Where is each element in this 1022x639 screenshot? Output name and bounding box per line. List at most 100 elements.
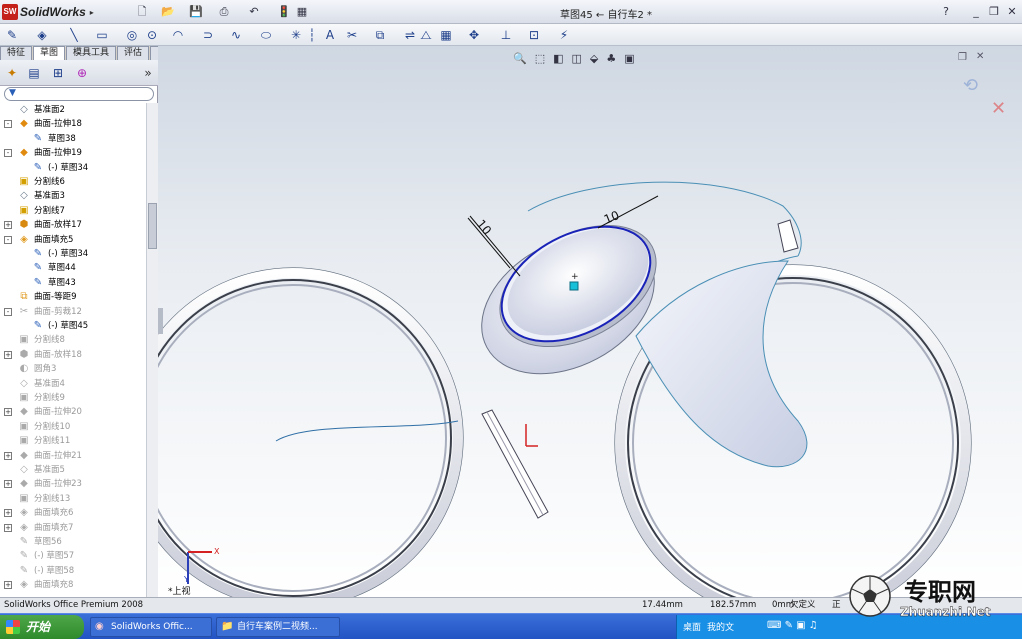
collapse-panel-icon[interactable]: » [140,65,156,81]
tree-item[interactable]: ✎ (-) 草图57 [0,549,146,563]
tree-item[interactable]: ✎ (-) 草图34 [0,161,146,175]
menu-arrow-icon[interactable]: ▸ [90,8,94,17]
tree-item[interactable]: + ⬢ 曲面-放样17 [0,218,146,232]
expand-toggle-icon[interactable]: - [4,307,12,316]
restore-button[interactable]: ❐ [986,4,1002,20]
circle-icon[interactable]: ◎ [124,27,140,43]
tree-item[interactable]: ✎ 草图56 [0,535,146,549]
tree-item[interactable]: + ◆ 曲面-拉伸21 [0,449,146,463]
rapid-sketch-icon[interactable]: ⚡ [556,27,572,43]
tab-2[interactable]: 模具工具 [66,46,117,60]
undo-icon[interactable]: ↶ [246,4,262,20]
convert-entities-icon[interactable]: ⇌ [402,27,418,43]
tree-item[interactable]: ◇ 基准面2 [0,103,146,117]
scroll-thumb[interactable] [148,203,157,249]
expand-toggle-icon[interactable]: + [4,509,12,518]
slot-icon[interactable]: ⊃ [200,27,216,43]
seat-post[interactable] [481,409,549,519]
task-folder[interactable]: 📁 自行车案例二视频... [216,617,340,637]
expand-toggle-icon[interactable]: + [4,523,12,532]
dimxpert-manager-tab-icon[interactable]: ⊕ [74,65,90,81]
front-fender-surface[interactable] [635,260,808,468]
line-icon[interactable]: ╲ [66,27,82,43]
tab-1[interactable]: 草图 [33,46,66,60]
expand-toggle-icon[interactable]: + [4,408,12,417]
rebuild-icon[interactable]: 🚦 [276,4,292,20]
tree-item[interactable]: ▣ 分割线8 [0,333,146,347]
new-document-icon[interactable]: 🗋 [134,4,150,20]
expand-toggle-icon[interactable]: - [4,149,12,158]
tray-icons[interactable]: ⌨ ✎ ▣ ♫ [767,620,818,631]
configuration-manager-tab-icon[interactable]: ⊞ [50,65,66,81]
tree-item[interactable]: - ◆ 曲面-拉伸18 [0,117,146,131]
options-icon[interactable]: ▦ [294,4,310,20]
centerpoint-circle-icon[interactable]: ⊙ [144,27,160,43]
expand-toggle-icon[interactable]: - [4,120,12,129]
smart-dimension-icon[interactable]: ◈ [34,27,50,43]
expand-toggle-icon[interactable]: + [4,480,12,489]
feature-manager-tab-icon[interactable]: ✦ [4,65,20,81]
minimize-button[interactable]: _ [968,4,984,20]
tree-item[interactable]: ✎ 草图43 [0,276,146,290]
start-button[interactable]: 开始 [0,615,84,639]
expand-toggle-icon[interactable]: + [4,451,12,460]
tree-item[interactable]: ◇ 基准面3 [0,189,146,203]
dimension-10-left[interactable]: 10 [467,215,521,277]
print-icon[interactable]: ⎙ [216,4,232,20]
tree-item[interactable]: + ◈ 曲面填充7 [0,521,146,535]
tab-3[interactable]: 评估 [117,46,150,60]
expand-toggle-icon[interactable]: + [4,221,12,230]
desktop-toolbar[interactable]: 桌面 [683,620,701,633]
expand-toggle-icon[interactable]: + [4,350,12,359]
tree-item[interactable]: ⧉ 曲面-等距9 [0,290,146,304]
exit-sketch-confirm-icon[interactable]: ⟲ [963,75,978,96]
point-icon[interactable]: ✳ [288,27,304,43]
centerline-icon[interactable]: ┆ [304,27,320,43]
rectangle-icon[interactable]: ▭ [94,27,110,43]
tree-filter-input[interactable]: ▼ [4,87,154,101]
dimension-left-value[interactable]: 10 [474,217,495,238]
graphics-viewport[interactable]: 🔍 ⬚ ◧ ◫ ⬙ ♣ ▣ ❐ ✕ 10 10 + X Y *上视 ⟲ ✕ [158,46,1022,597]
offset-entities-icon[interactable]: ⧉ [372,27,388,43]
help-button[interactable]: ? [938,4,954,20]
property-manager-tab-icon[interactable]: ▤ [26,65,42,81]
tree-item[interactable]: ◐ 圆角3 [0,362,146,376]
repair-sketch-icon[interactable]: ⊡ [526,27,542,43]
linear-pattern-icon[interactable]: ▦ [438,27,454,43]
cancel-sketch-icon[interactable]: ✕ [991,98,1006,119]
tree-item[interactable]: ▣ 分割线11 [0,434,146,448]
tree-item[interactable]: ▣ 分割线6 [0,175,146,189]
tree-item[interactable]: ◇ 基准面5 [0,463,146,477]
display-relations-icon[interactable]: ⊥ [498,27,514,43]
open-folder-icon[interactable]: 📂 [160,4,176,20]
panel-splitter[interactable] [158,308,163,334]
tree-item[interactable]: - ◆ 曲面-拉伸19 [0,146,146,160]
text-icon[interactable]: A [322,27,338,43]
tree-item[interactable]: ✎ (-) 草图45 [0,319,146,333]
tree-scrollbar[interactable] [146,103,158,597]
my-docs-toolbar[interactable]: 我的文 [707,620,734,633]
tree-item[interactable]: ▣ 分割线7 [0,204,146,218]
ellipse-icon[interactable]: ⬭ [258,27,274,43]
mirror-icon[interactable]: ⧍ [418,27,434,43]
tree-item[interactable]: + ◈ 曲面填充6 [0,506,146,520]
tree-item[interactable]: ✎ 草图38 [0,132,146,146]
tree-item[interactable]: ▣ 分割线9 [0,391,146,405]
tree-item[interactable]: ✎ (-) 草图34 [0,247,146,261]
exit-sketch-icon[interactable]: ✎ [4,27,20,43]
tree-item[interactable]: ✎ 草图44 [0,261,146,275]
tree-item[interactable]: + ◆ 曲面-拉伸20 [0,405,146,419]
tree-item[interactable]: ◇ 基准面4 [0,377,146,391]
save-icon[interactable]: 💾 [188,4,204,20]
close-button[interactable]: ✕ [1004,4,1020,20]
arc-icon[interactable]: ◠ [170,27,186,43]
tree-item[interactable]: ▣ 分割线13 [0,492,146,506]
rear-wheel[interactable] [158,267,464,597]
dimension-10-right[interactable]: 10 [597,195,659,229]
tree-item[interactable]: ▣ 分割线10 [0,420,146,434]
tree-item[interactable]: + ⬢ 曲面-放样18 [0,348,146,362]
tree-item[interactable]: + ◈ 曲面填充8 [0,578,146,592]
trim-entities-icon[interactable]: ✂ [344,27,360,43]
confirmation-corner[interactable]: ⟲ ✕ [963,75,1006,119]
tree-item[interactable]: + ◆ 曲面-拉伸23 [0,477,146,491]
